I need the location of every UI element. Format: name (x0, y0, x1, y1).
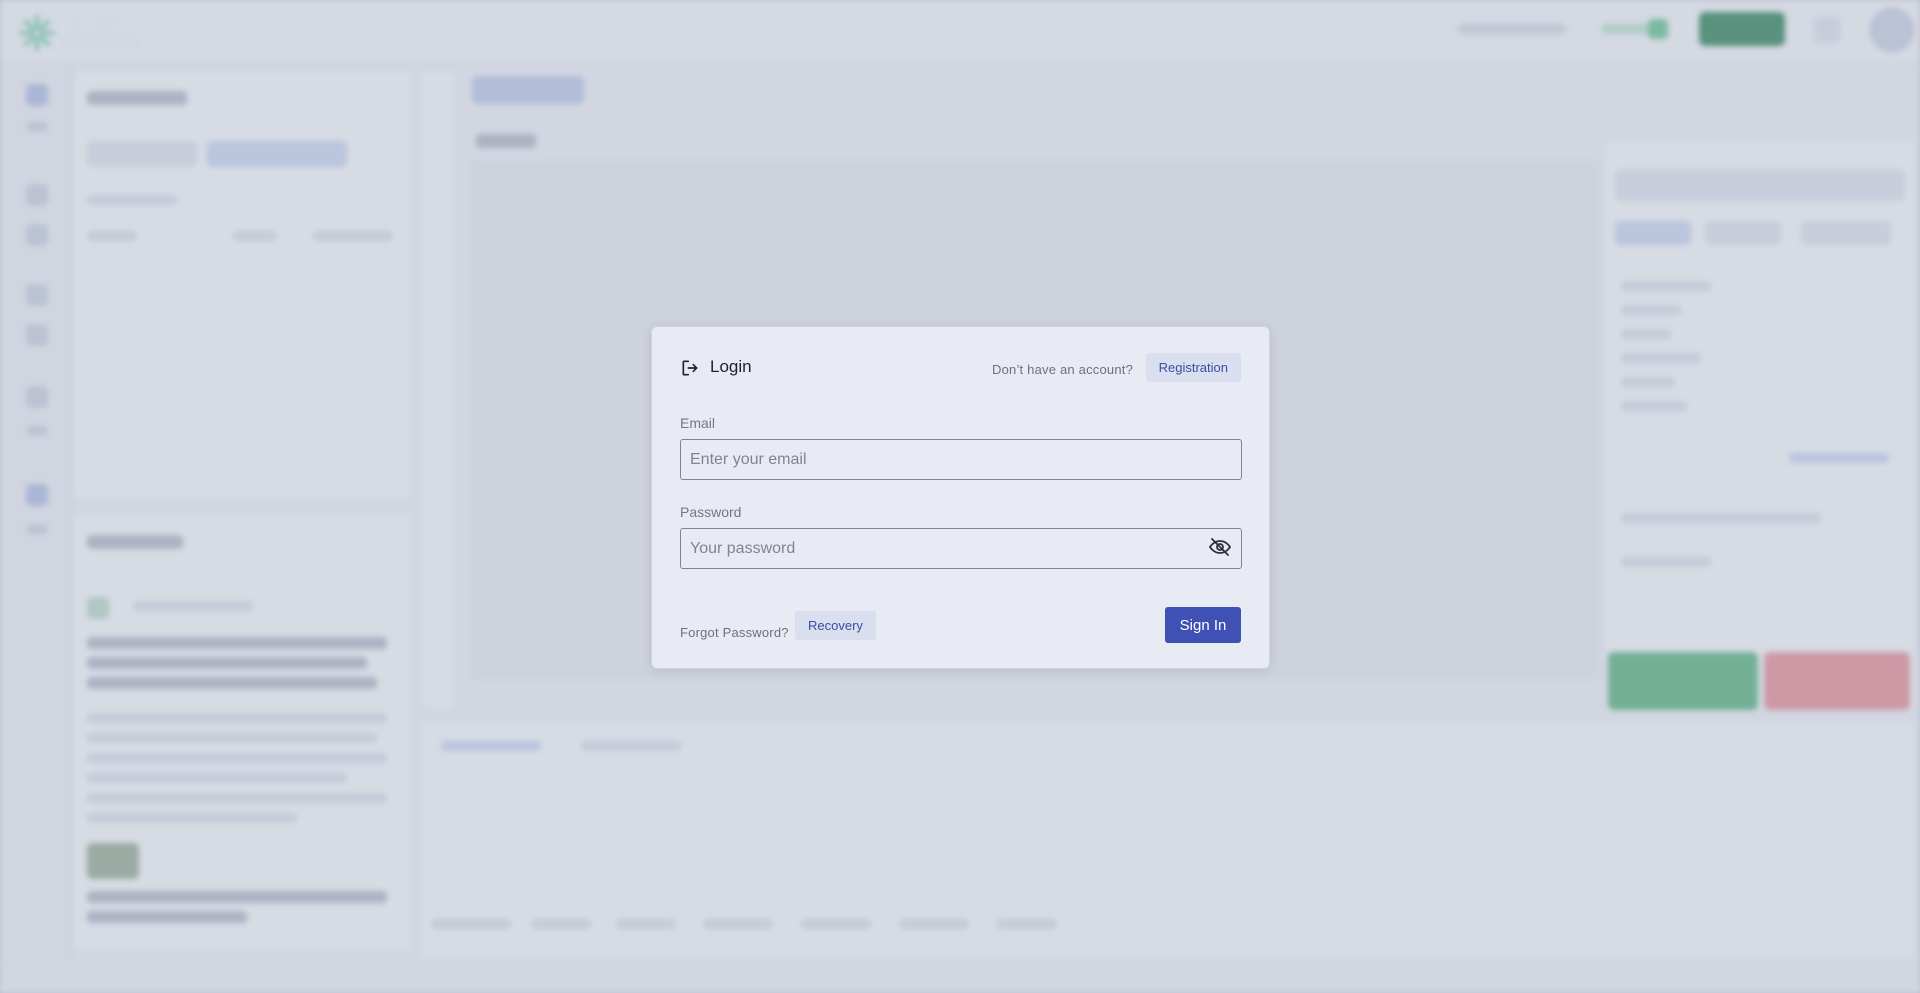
eye-off-icon (1208, 538, 1232, 556)
login-dialog: Login Don’t have an account? Registratio… (651, 326, 1270, 669)
email-label: Email (680, 415, 716, 431)
email-field[interactable] (680, 439, 1242, 480)
dialog-title: Login (710, 357, 752, 376)
password-label: Password (680, 504, 742, 520)
toggle-password-visibility[interactable] (1206, 533, 1234, 561)
no-account-text: Don’t have an account? (992, 362, 1133, 377)
registration-button[interactable]: Registration (1145, 353, 1241, 382)
recovery-button[interactable]: Recovery (795, 611, 876, 640)
password-field[interactable] (680, 528, 1242, 569)
sign-in-button[interactable]: Sign In (1165, 607, 1241, 643)
login-icon (682, 360, 698, 376)
forgot-password-text: Forgot Password? (680, 625, 789, 640)
dialog-header: Login Don’t have an account? Registratio… (680, 353, 1241, 383)
